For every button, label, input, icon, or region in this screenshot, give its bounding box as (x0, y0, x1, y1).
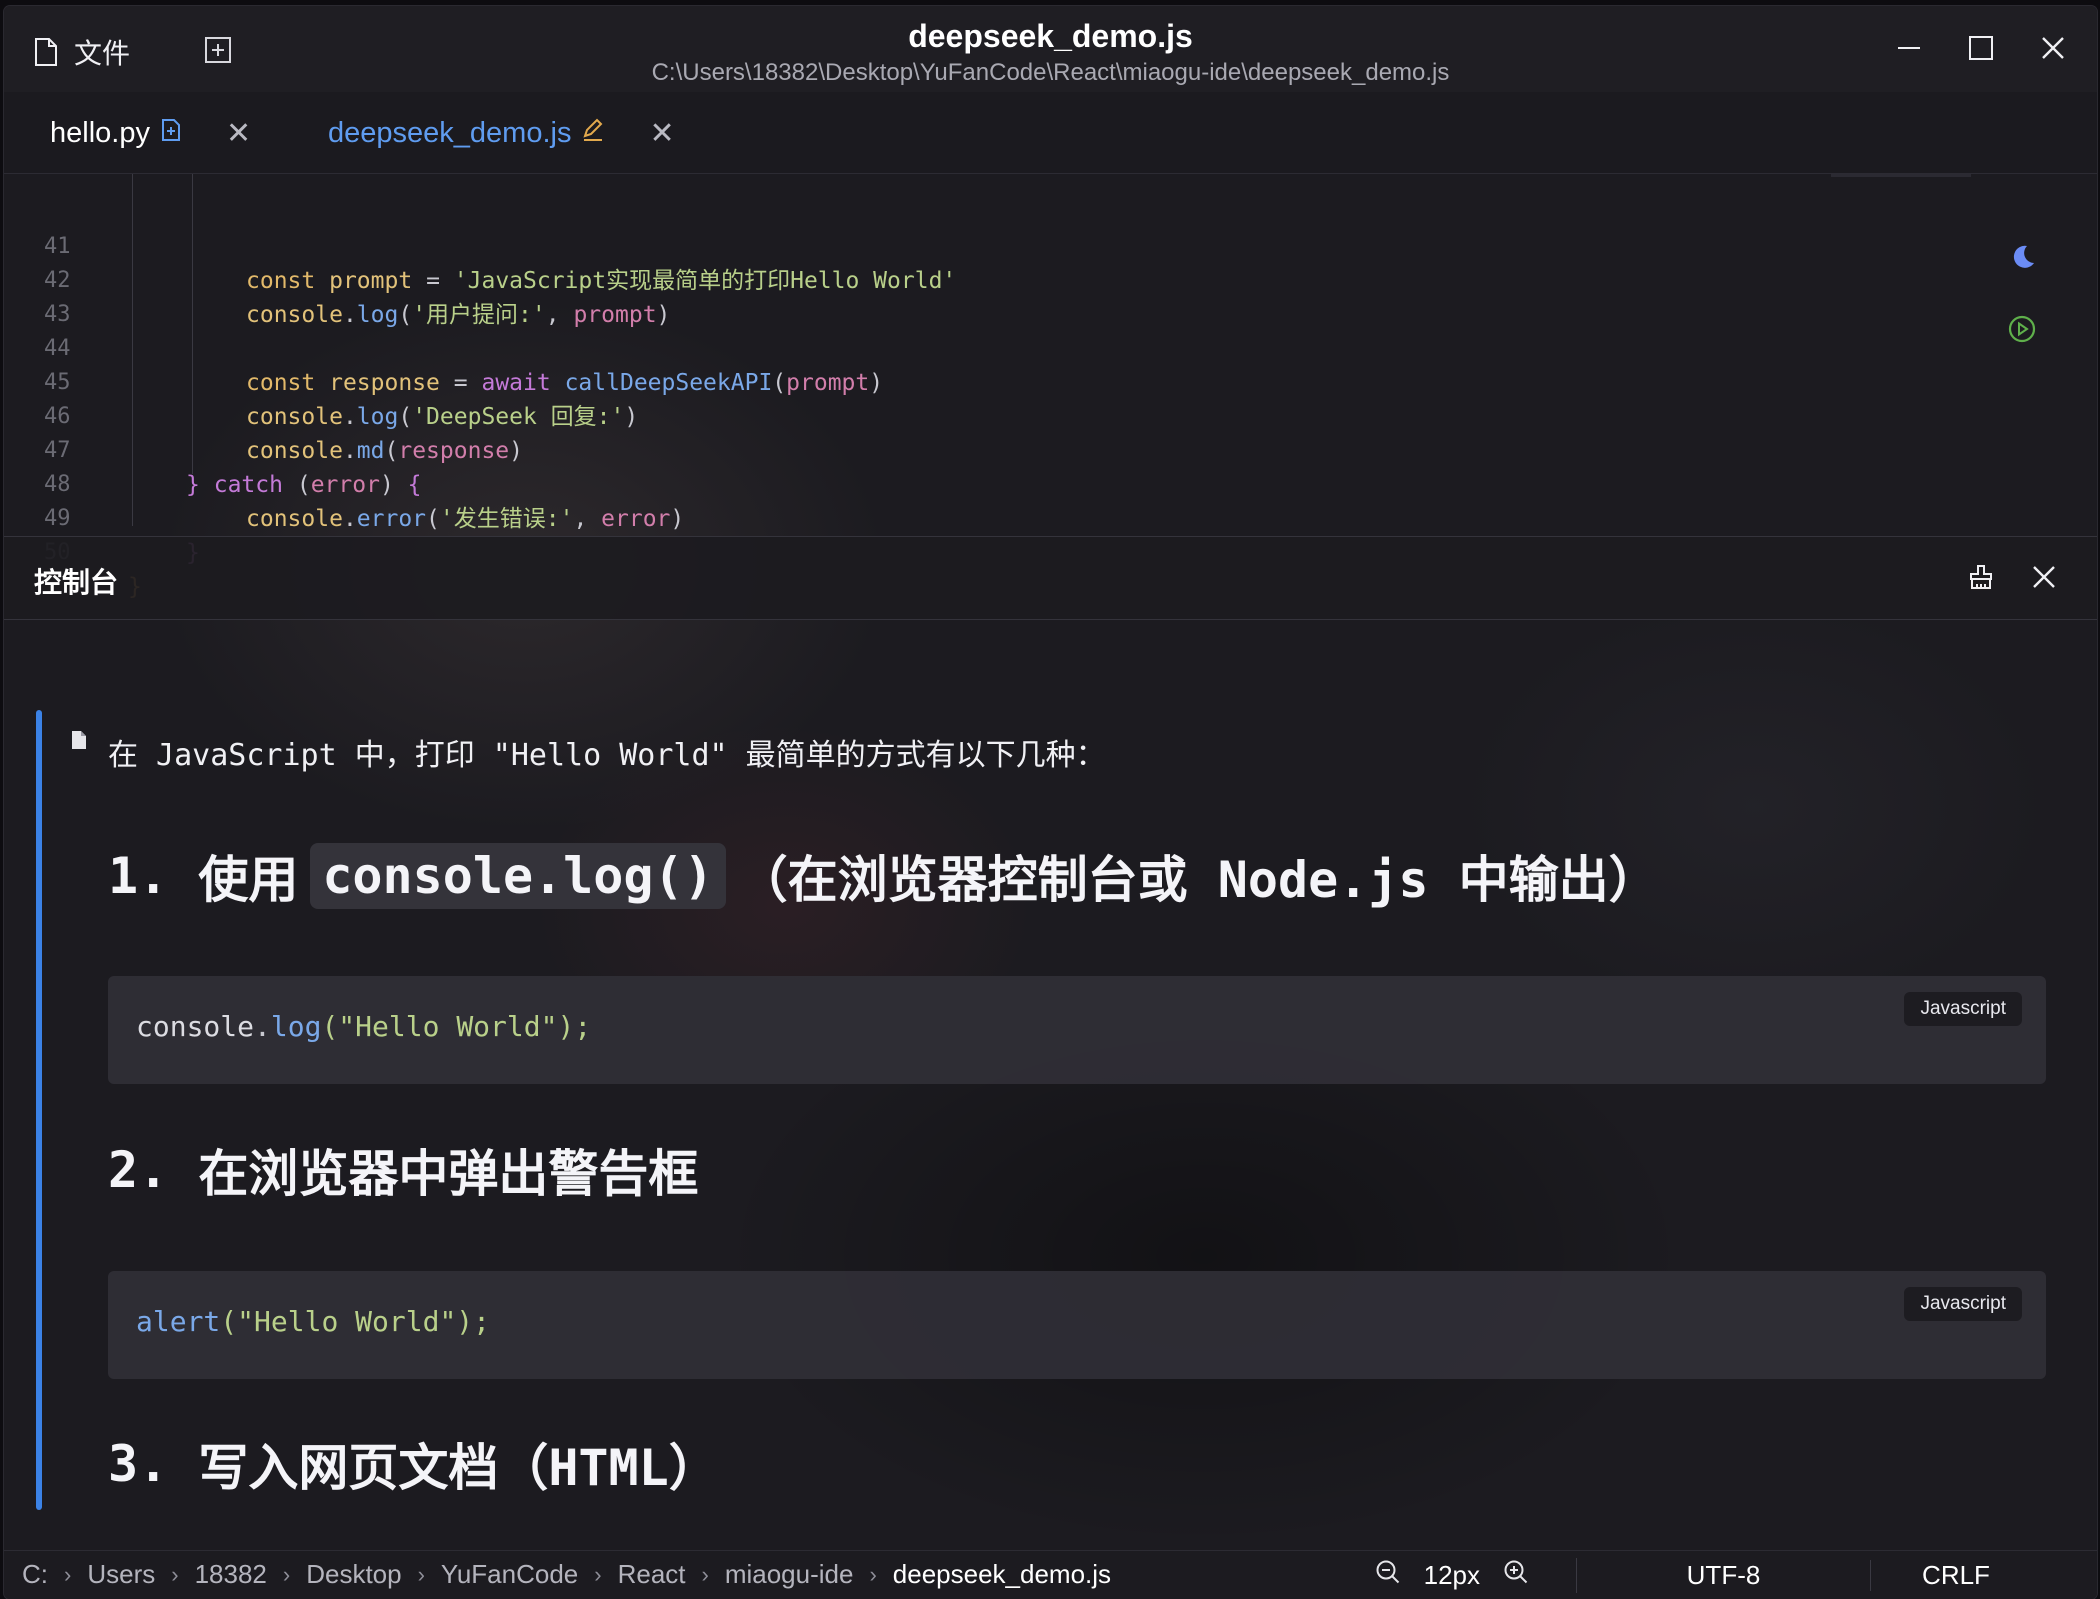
code-line: 43 (44, 302, 71, 327)
section-heading-2: 2. 在浏览器中弹出警告框 (108, 1141, 699, 1203)
breadcrumb-item[interactable]: miaogu-ide (725, 1559, 854, 1590)
tab-label: deepseek_demo.js (328, 117, 572, 149)
code-line: 42 console.log('用户提问:', prompt) (44, 268, 671, 328)
close-tab-icon[interactable]: ✕ (649, 116, 674, 151)
indent-guide (192, 174, 193, 474)
breadcrumb: C: › Users › 18382 › Desktop › YuFanCode › Re… (22, 1559, 1111, 1590)
code-line: 45 console.log('DeepSeek 回复:') (44, 370, 639, 430)
chevron-right-icon: › (64, 1561, 72, 1587)
console-title: 控制台 (34, 567, 119, 598)
window-title: deepseek_demo.js (908, 18, 1193, 54)
breadcrumb-item[interactable]: React (618, 1559, 686, 1590)
breadcrumb-item[interactable]: Users (87, 1559, 155, 1590)
maximize-icon[interactable] (1967, 34, 1995, 62)
edit-pencil-icon (581, 117, 605, 150)
breadcrumb-item[interactable]: 18382 (195, 1559, 267, 1590)
code-block[interactable]: alert("Hello World"); Javascript (108, 1271, 2046, 1379)
chevron-right-icon: › (594, 1561, 602, 1587)
tab-label: hello.py (50, 117, 150, 149)
chevron-right-icon: › (282, 1561, 291, 1587)
theme-moon-icon[interactable] (2007, 242, 2037, 278)
font-size-value: 12px (1423, 1559, 1480, 1590)
file-path: C:\Users\18382\Desktop\YuFanCode\React\m… (651, 59, 1450, 86)
indent-guide (132, 174, 133, 526)
minimize-icon[interactable] (1895, 34, 1923, 62)
console-output[interactable]: 在 JavaScript 中，打印 "Hello World" 最简单的方式有以… (4, 620, 2097, 1550)
tab-deepseek-demo[interactable]: deepseek_demo.js ✕ (328, 116, 675, 151)
new-window-icon[interactable] (204, 36, 232, 69)
line-ending-selector[interactable]: CRLF (1871, 1560, 2041, 1591)
code-editor[interactable]: 40 try { 41 const prompt = 'JavaScript实现… (4, 174, 2097, 600)
status-bar: C: › Users › 18382 › Desktop › YuFanCode › Re… (4, 1550, 2097, 1599)
run-icon[interactable] (2007, 314, 2037, 350)
code-snippet: alert("Hello World"); (136, 1305, 491, 1338)
inline-code: console.log() (310, 843, 726, 909)
document-icon (70, 730, 88, 755)
zoom-in-icon[interactable] (1502, 1558, 1530, 1593)
file-icon[interactable] (34, 37, 58, 67)
zoom-out-icon[interactable] (1374, 1558, 1402, 1593)
chevron-right-icon: › (869, 1561, 877, 1587)
code-line: 47 } catch (error) { (44, 438, 422, 498)
response-intro: 在 JavaScript 中，打印 "Hello World" 最简单的方式有以… (108, 738, 1106, 773)
code-line: 49 } (44, 506, 200, 566)
message-accent-bar (36, 710, 42, 1510)
code-line: 50 } (4, 502, 142, 600)
section-heading-1: 1. 使用 console.log() （在浏览器控制台或 Node.js 中输… (108, 840, 1659, 912)
code-string: '用户提问:' (412, 302, 546, 328)
code-string: '发生错误:' (439, 506, 574, 532)
horizontal-scrollbar[interactable] (1831, 174, 1971, 177)
menu-file[interactable]: 文件 (74, 32, 130, 72)
code-line: 44 const response = await callDeepSeekAP… (44, 336, 884, 396)
language-badge: Javascript (1904, 992, 2022, 1026)
code-line: 41 const prompt = 'JavaScript实现最简单的打印Hel… (44, 234, 957, 294)
close-tab-icon[interactable]: ✕ (226, 116, 251, 151)
saved-file-icon (160, 117, 182, 150)
console-header: 控制台 (4, 536, 2097, 620)
code-line-partial: 40 try { (4, 156, 87, 190)
chevron-right-icon: › (417, 1561, 425, 1587)
breadcrumb-current[interactable]: deepseek_demo.js (893, 1559, 1111, 1590)
encoding-selector[interactable]: UTF-8 (1577, 1559, 1871, 1591)
code-string: 'DeepSeek 回复:' (412, 404, 625, 430)
code-snippet: console.log("Hello World"); (136, 1010, 592, 1043)
breadcrumb-item[interactable]: Desktop (306, 1559, 401, 1590)
clear-console-icon[interactable] (1967, 563, 1995, 596)
code-block[interactable]: console.log("Hello World"); Javascript (108, 976, 2046, 1084)
close-console-icon[interactable] (2031, 564, 2057, 595)
title-bar: 文件 deepseek_demo.js C:\Users\18382\Deskt… (4, 6, 2097, 92)
tab-bar: hello.py ✕ deepseek_demo.js ✕ (4, 92, 2097, 174)
breadcrumb-item[interactable]: C: (22, 1559, 48, 1590)
ide-window: 文件 deepseek_demo.js C:\Users\18382\Deskt… (4, 6, 2097, 1599)
language-badge: Javascript (1904, 1287, 2022, 1321)
close-window-icon[interactable] (2039, 34, 2067, 62)
tab-hello-py[interactable]: hello.py ✕ (50, 116, 251, 151)
code-line: 48 console.error('发生错误:', error) (44, 472, 685, 532)
code-string: 'JavaScript实现最简单的打印Hello World' (453, 268, 957, 294)
section-heading-3: 3. 写入网页文档（HTML） (108, 1435, 719, 1497)
chevron-right-icon: › (701, 1561, 709, 1587)
chevron-right-icon: › (171, 1561, 179, 1587)
code-line: 46 console.md(response) (44, 404, 523, 464)
breadcrumb-item[interactable]: YuFanCode (441, 1559, 578, 1590)
